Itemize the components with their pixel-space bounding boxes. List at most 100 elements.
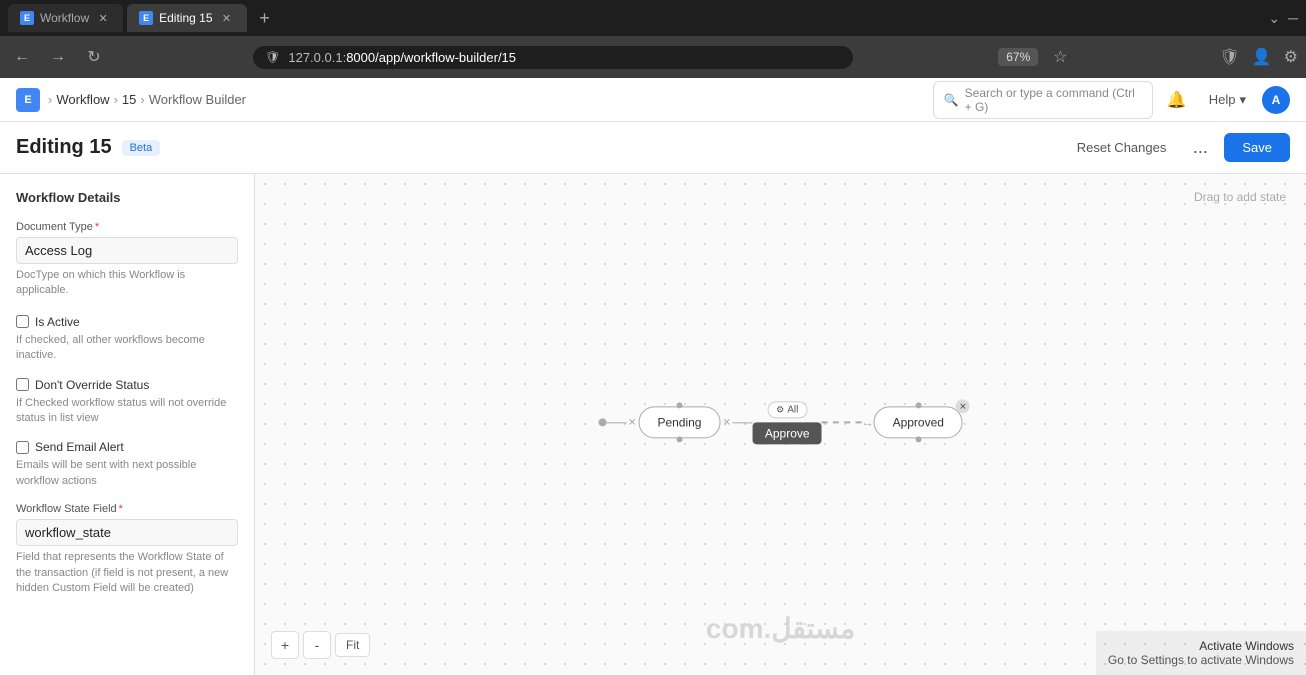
workflow-tab-close[interactable]: ✕ (95, 10, 111, 26)
activate-windows-title: Activate Windows (1108, 639, 1294, 653)
x-mark-1: ✕ (626, 417, 638, 428)
browser-toolbar: 🛡 👤 ⚙ (1219, 47, 1298, 67)
zoom-out-button[interactable]: - (303, 631, 331, 659)
breadcrumb-current: Workflow Builder (149, 92, 246, 107)
refresh-button[interactable]: ↻ (80, 43, 108, 71)
is-active-checkbox[interactable] (16, 315, 29, 328)
approved-dot-top (915, 402, 921, 408)
avatar[interactable]: A (1262, 86, 1290, 114)
workflow-tab-icon: E (20, 11, 34, 25)
back-button[interactable]: ← (8, 43, 36, 71)
breadcrumb-sep3: › (140, 92, 144, 107)
search-placeholder: Search or type a command (Ctrl + G) (965, 86, 1142, 114)
tab-list-icon[interactable]: ⌄ (1268, 10, 1280, 27)
approved-state-close[interactable]: ✕ (956, 399, 970, 413)
x-mark-2: ✕ (720, 417, 732, 428)
workflow-state-label: Workflow State Field * (16, 503, 238, 515)
required-marker: * (95, 221, 99, 233)
pending-dot-top (676, 402, 682, 408)
dont-override-help: If Checked workflow status will not over… (16, 396, 238, 427)
pending-state[interactable]: Pending (638, 406, 720, 438)
main-body: Workflow Details Document Type * DocType… (0, 174, 1306, 675)
workflow-state-field: Workflow State Field * Field that repres… (16, 503, 238, 596)
fit-button[interactable]: Fit (335, 633, 370, 657)
canvas-area[interactable]: Drag to add state ✕ Pending ✕ (255, 174, 1306, 675)
drag-hint: Drag to add state (1194, 190, 1286, 204)
tab-extras: ⌄ ─ (1268, 10, 1298, 27)
is-active-row: Is Active (16, 315, 238, 329)
zoom-level[interactable]: 67% (998, 48, 1038, 66)
save-button[interactable]: Save (1224, 133, 1290, 162)
canvas-toolbar: + - Fit (271, 631, 370, 659)
workflow-state-input[interactable] (16, 519, 238, 546)
reset-changes-button[interactable]: Reset Changes (1067, 134, 1177, 161)
workflow-diagram: ✕ Pending ✕ ⚙ All (598, 401, 963, 444)
document-type-field: Document Type * DocType on which this Wo… (16, 221, 238, 299)
extensions-icon[interactable]: ⚙ (1284, 47, 1298, 67)
breadcrumb-workflow[interactable]: Workflow (56, 92, 109, 107)
app-container: E › Workflow › 15 › Workflow Builder 🔍 S… (0, 78, 1306, 675)
address-bar: ← → ↻ 🛡 127.0.0.1:8000/app/workflow-buil… (0, 36, 1306, 78)
address-input[interactable]: 🛡 127.0.0.1:8000/app/workflow-builder/15 (253, 46, 853, 69)
search-icon: 🔍 (944, 93, 959, 107)
page-title-area: Editing 15 Beta (16, 136, 160, 159)
editing15-tab-label: Editing 15 (159, 11, 212, 25)
send-email-row: Send Email Alert (16, 440, 238, 454)
activate-windows-subtitle: Go to Settings to activate Windows (1108, 653, 1294, 667)
is-active-label[interactable]: Is Active (35, 315, 80, 329)
action-condition-label: All (787, 404, 798, 415)
watermark: مستقل.com (706, 612, 855, 645)
workflow-start-dot (598, 418, 606, 426)
workflow-tab-label: Workflow (40, 11, 89, 25)
approved-state[interactable]: Approved ✕ (874, 406, 963, 438)
dont-override-checkbox[interactable] (16, 378, 29, 391)
dashed-connector (822, 421, 862, 423)
breadcrumb-15[interactable]: 15 (122, 92, 136, 107)
shield-icon[interactable]: 🛡 (1219, 47, 1239, 67)
activate-windows-overlay: Activate Windows Go to Settings to activ… (1096, 631, 1306, 675)
document-type-help: DocType on which this Workflow is applic… (16, 268, 238, 299)
beta-badge: Beta (122, 140, 161, 156)
bell-icon: 🔔 (1167, 90, 1187, 110)
search-bar[interactable]: 🔍 Search or type a command (Ctrl + G) (933, 81, 1153, 119)
pending-state-label: Pending (657, 415, 701, 429)
document-type-label: Document Type * (16, 221, 238, 233)
tab-editing15[interactable]: E Editing 15 ✕ (127, 4, 246, 32)
help-label: Help (1209, 92, 1236, 107)
app-logo: E (16, 88, 40, 112)
breadcrumb-sep1: › (48, 92, 52, 107)
forward-button[interactable]: → (44, 43, 72, 71)
approved-dot-bottom (915, 436, 921, 442)
profile-icon[interactable]: 👤 (1252, 47, 1272, 67)
workflow-state-help: Field that represents the Workflow State… (16, 550, 238, 596)
connector-line-1 (606, 422, 626, 423)
document-type-input[interactable] (16, 237, 238, 264)
breadcrumb-sep2: › (114, 92, 118, 107)
sidebar-title: Workflow Details (16, 190, 238, 205)
dont-override-group: Don't Override Status If Checked workflo… (16, 378, 238, 427)
dont-override-label[interactable]: Don't Override Status (35, 378, 149, 392)
page-title: Editing 15 (16, 136, 112, 159)
pending-dot-bottom (676, 436, 682, 442)
send-email-label[interactable]: Send Email Alert (35, 440, 124, 454)
breadcrumb: › Workflow › 15 › Workflow Builder (48, 92, 246, 107)
minimize-icon[interactable]: ─ (1288, 10, 1298, 26)
address-text: 127.0.0.1:8000/app/workflow-builder/15 (288, 50, 516, 65)
help-button[interactable]: Help ▾ (1201, 88, 1254, 112)
dont-override-row: Don't Override Status (16, 378, 238, 392)
page-actions: Reset Changes ... Save (1067, 132, 1290, 164)
bookmark-icon[interactable]: ☆ (1046, 43, 1074, 71)
editing15-tab-close[interactable]: ✕ (219, 10, 235, 26)
help-chevron-icon: ▾ (1239, 92, 1246, 108)
more-options-button[interactable]: ... (1184, 132, 1216, 164)
new-tab-button[interactable]: + (251, 4, 279, 32)
is-active-group: Is Active If checked, all other workflow… (16, 315, 238, 364)
editing15-tab-icon: E (139, 11, 153, 25)
zoom-in-button[interactable]: + (271, 631, 299, 659)
send-email-checkbox[interactable] (16, 441, 29, 454)
notification-button[interactable]: 🔔 (1161, 84, 1193, 116)
send-email-group: Send Email Alert Emails will be sent wit… (16, 440, 238, 489)
approved-state-label: Approved (893, 415, 944, 429)
action-label[interactable]: Approve (753, 422, 822, 444)
tab-workflow[interactable]: E Workflow ✕ (8, 4, 123, 32)
